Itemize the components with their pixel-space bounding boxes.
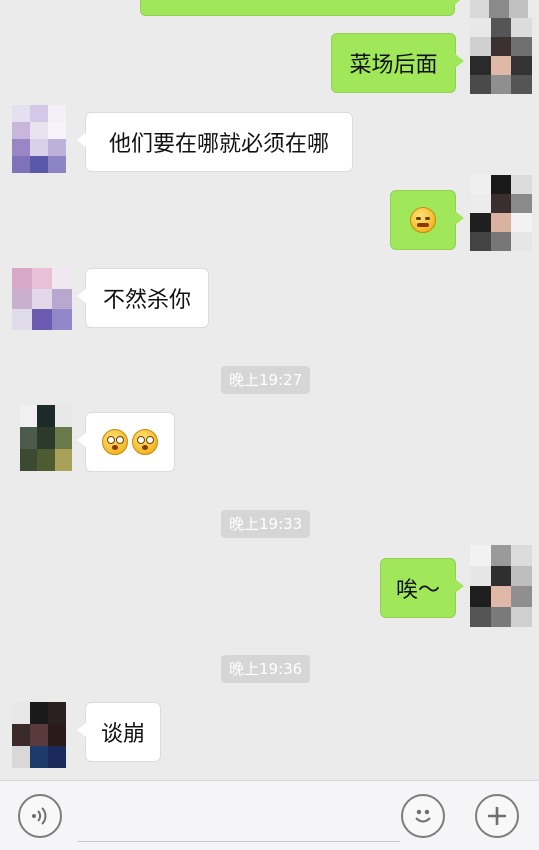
message-bubble-sent[interactable]: 唉～ xyxy=(380,558,464,618)
message-input[interactable] xyxy=(78,793,400,842)
avatar-right[interactable] xyxy=(470,175,532,251)
message-text: 他们要在哪就必须在哪 xyxy=(108,132,329,157)
message-bubble-received-emoji[interactable] xyxy=(77,412,175,472)
smirk-emoji-icon xyxy=(410,207,436,233)
chat-area[interactable]: 菜场后面 他们要在哪就必须在哪 不然杀你 晚上19:27 晚上19:33 唉～ … xyxy=(0,0,539,780)
plus-icon xyxy=(488,807,506,825)
timestamp: 晚上19:33 xyxy=(221,510,311,538)
emoji-button[interactable] xyxy=(401,794,445,838)
message-text: 唉～ xyxy=(395,578,440,603)
avatar-left[interactable] xyxy=(12,268,72,330)
message-bubble-sent[interactable]: 菜场后面 xyxy=(331,33,464,93)
message-text: 菜场后面 xyxy=(349,53,438,78)
message-bubble-received[interactable]: 他们要在哪就必须在哪 xyxy=(77,112,353,172)
avatar-right[interactable] xyxy=(470,18,532,94)
avatar-left[interactable] xyxy=(12,105,66,173)
message-text: 谈崩 xyxy=(100,722,145,747)
avatar-right[interactable] xyxy=(470,0,528,20)
message-bubble-sent-emoji[interactable] xyxy=(390,190,464,250)
flushed-emoji-icon xyxy=(132,429,158,455)
timestamp: 晚上19:36 xyxy=(221,655,311,683)
message-text: 不然杀你 xyxy=(102,288,191,313)
avatar-left[interactable] xyxy=(12,702,66,768)
emoji-icon xyxy=(415,809,431,823)
message-bubble-partial[interactable] xyxy=(140,0,463,16)
message-bubble-received[interactable]: 不然杀你 xyxy=(77,268,209,328)
input-toolbar xyxy=(0,780,539,850)
voice-icon xyxy=(32,807,47,825)
voice-button[interactable] xyxy=(18,794,62,838)
plus-button[interactable] xyxy=(475,794,519,838)
flushed-emoji-icon xyxy=(102,429,128,455)
timestamp: 晚上19:27 xyxy=(221,366,311,394)
avatar-right[interactable] xyxy=(470,545,532,627)
avatar-left[interactable] xyxy=(20,405,72,471)
message-bubble-received[interactable]: 谈崩 xyxy=(77,702,161,762)
